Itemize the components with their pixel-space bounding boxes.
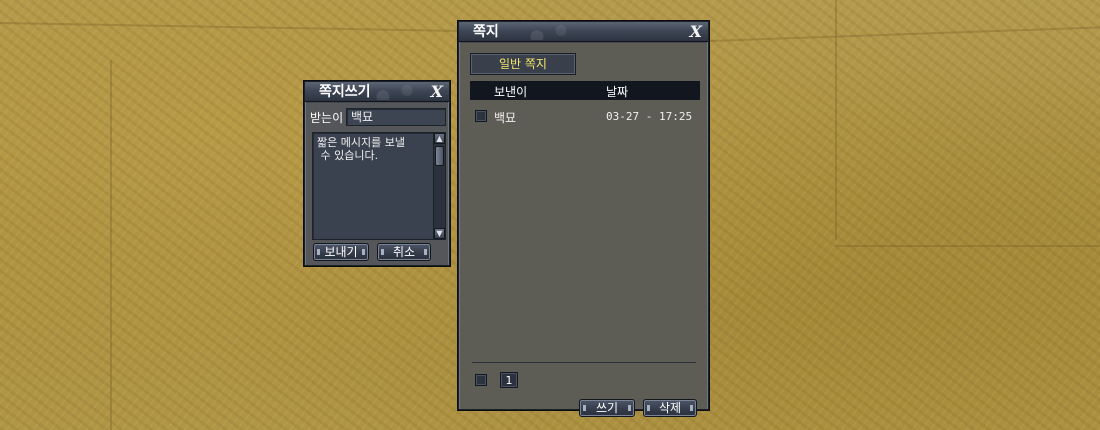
ground-seam — [0, 22, 460, 33]
cancel-button[interactable]: 취소 — [377, 243, 431, 261]
tab-general-messages[interactable]: 일반 쪽지 — [470, 53, 576, 75]
ground-seam — [110, 60, 112, 430]
message-textarea[interactable]: 짧은 메시지를 보낼 수 있습니다. ▲ ▼ — [312, 132, 446, 240]
recipient-input[interactable]: 백묘 — [346, 108, 446, 126]
inbox-window: 쪽지 X 일반 쪽지 보낸이 날짜 백묘 03-27 - 17:25 1 쓰기 … — [458, 21, 709, 417]
scroll-down-arrow-icon[interactable]: ▼ — [434, 228, 445, 239]
message-date: 03-27 - 17:25 — [606, 110, 693, 123]
scroll-up-arrow-icon[interactable]: ▲ — [434, 133, 445, 144]
column-header-sender[interactable]: 보낸이 — [494, 83, 527, 100]
page-number: 1 — [505, 374, 513, 387]
inbox-titlebar[interactable]: 쪽지 X — [459, 22, 708, 42]
compose-message-window: 쪽지쓰기 X 받는이 백묘 짧은 메시지를 보낼 수 있습니다. ▲ ▼ 보내기… — [304, 81, 450, 266]
inbox-body: 일반 쪽지 보낸이 날짜 백묘 03-27 - 17:25 1 쓰기 삭제 — [460, 43, 707, 417]
write-button[interactable]: 쓰기 — [579, 399, 635, 417]
column-header-date[interactable]: 날짜 — [606, 83, 628, 100]
message-text-line: 수 있습니다. — [317, 149, 379, 162]
message-text-line: 짧은 메시지를 보낼 — [317, 136, 405, 149]
compose-titlebar[interactable]: 쪽지쓰기 X — [305, 82, 449, 102]
send-button[interactable]: 보내기 — [313, 243, 369, 261]
ground-seam — [709, 26, 1100, 42]
window-title: 쪽지쓰기 — [319, 84, 371, 100]
message-scrollbar[interactable]: ▲ ▼ — [433, 133, 445, 239]
ground-seam — [835, 245, 1100, 247]
message-sender: 백묘 — [494, 111, 517, 125]
close-icon[interactable]: X — [690, 22, 702, 42]
page-number-box[interactable]: 1 — [500, 372, 518, 388]
compose-body: 받는이 백묘 짧은 메시지를 보낼 수 있습니다. ▲ ▼ 보내기 취소 — [306, 103, 448, 265]
recipient-label: 받는이 — [310, 111, 344, 125]
window-title: 쪽지 — [473, 24, 499, 40]
delete-button[interactable]: 삭제 — [643, 399, 697, 417]
message-checkbox[interactable] — [475, 110, 487, 122]
tab-label: 일반 쪽지 — [499, 57, 547, 71]
titlebar-ornament — [365, 84, 425, 100]
select-all-checkbox[interactable] — [475, 374, 487, 386]
message-list-header: 보낸이 날짜 — [470, 81, 700, 100]
titlebar-ornament — [519, 24, 579, 40]
close-icon[interactable]: X — [431, 82, 443, 102]
message-list-row[interactable]: 백묘 03-27 - 17:25 — [470, 107, 700, 125]
list-divider — [472, 362, 696, 363]
scroll-thumb[interactable] — [435, 146, 444, 166]
